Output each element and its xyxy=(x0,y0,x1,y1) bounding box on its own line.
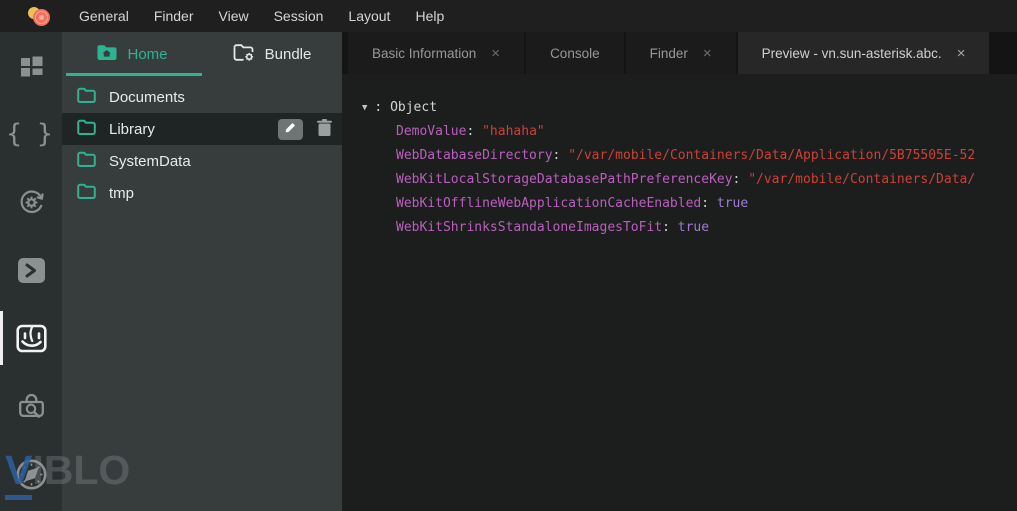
tab-label: Basic Information xyxy=(372,46,476,61)
folder-icon xyxy=(77,151,96,171)
menu-item-view[interactable]: View xyxy=(218,8,250,24)
tab-label: Console xyxy=(550,46,600,61)
main-tab-basic-information[interactable]: Basic Information × xyxy=(348,32,524,74)
folder-list: Documents Library SystemData tmp xyxy=(62,76,342,209)
menu-item-help[interactable]: Help xyxy=(414,8,445,24)
menu-item-layout[interactable]: Layout xyxy=(347,8,391,24)
entry-key: WebKitOfflineWebApplicationCacheEnabled xyxy=(396,196,701,211)
sidebar-item-braces[interactable]: { } xyxy=(0,100,62,168)
object-entry-webkitofflinewebapplicationcacheenabled: WebKitOfflineWebApplicationCacheEnabled:… xyxy=(362,192,1017,216)
tab-close-icon[interactable]: × xyxy=(957,46,966,61)
app-logo-grapefruit-icon xyxy=(27,5,53,27)
main-tab-preview-vn-sun-asterisk-abc[interactable]: Preview - vn.sun-asterisk.abc. × xyxy=(738,32,990,74)
tab-label: Preview - vn.sun-asterisk.abc. xyxy=(762,46,942,61)
object-entry-webdatabasedirectory: WebDatabaseDirectory: "/var/mobile/Conta… xyxy=(362,144,1017,168)
folder-name: SystemData xyxy=(109,153,191,170)
terminal-icon xyxy=(17,257,46,284)
object-entry-demovalue: DemoValue: "hahaha" xyxy=(362,120,1017,144)
braces-icon: { } xyxy=(6,121,56,147)
entry-value: "/var/mobile/Containers/Data/Application… xyxy=(568,148,975,163)
object-entry-webkitshrinksstandaloneimagestofit: WebKitShrinksStandaloneImagesToFit: true xyxy=(362,216,1017,240)
entry-key: DemoValue xyxy=(396,124,466,139)
entry-value: true xyxy=(717,196,748,211)
folder-row-documents[interactable]: Documents xyxy=(62,81,342,113)
main-area: Basic Information×ConsoleFinder×Preview … xyxy=(342,32,1017,511)
main-tab-bar: Basic Information×ConsoleFinder×Preview … xyxy=(342,32,1017,74)
sync-gear-icon xyxy=(16,187,47,218)
compass-icon xyxy=(14,457,49,492)
tab-label: Bundle xyxy=(265,46,312,63)
menu-item-general[interactable]: General xyxy=(78,8,130,24)
object-root-label: : Object xyxy=(374,100,437,115)
folder-name: Documents xyxy=(109,89,185,106)
sidebar-item-sync-gear[interactable] xyxy=(0,168,62,236)
object-entry-webkitlocalstoragedatabasepathpreferencekey: WebKitLocalStorageDatabasePathPreference… xyxy=(362,168,1017,192)
tab-label: Finder xyxy=(650,46,688,61)
entry-colon: : xyxy=(662,220,678,235)
object-entries: DemoValue: "hahaha"WebDatabaseDirectory:… xyxy=(362,120,1017,240)
file-panel-tab-bundle[interactable]: Bundle xyxy=(202,32,342,76)
folder-name: Library xyxy=(109,121,155,138)
folder-row-systemdata[interactable]: SystemData xyxy=(62,145,342,177)
disclosure-triangle-icon[interactable]: ▼ xyxy=(362,103,367,113)
menu-item-session[interactable]: Session xyxy=(273,8,325,24)
main-tab-console[interactable]: Console xyxy=(526,32,624,74)
entry-value: "hahaha" xyxy=(482,124,545,139)
folder-row-library[interactable]: Library xyxy=(62,113,342,145)
tab-close-icon[interactable]: × xyxy=(703,46,712,61)
trash-icon xyxy=(317,123,332,140)
file-panel: Home Bundle Documents Library SystemData tmp xyxy=(62,32,342,511)
sidebar-item-dashboard[interactable] xyxy=(0,32,62,100)
entry-colon: : xyxy=(733,172,749,187)
entry-key: WebKitLocalStorageDatabasePathPreference… xyxy=(396,172,733,187)
folder-row-actions xyxy=(278,119,332,140)
menu-items: General Finder View Session Layout Help xyxy=(78,8,445,24)
entry-key: WebDatabaseDirectory xyxy=(396,148,553,163)
tab-label: Home xyxy=(127,46,167,63)
sidebar-item-terminal[interactable] xyxy=(0,236,62,304)
rename-folder-button[interactable] xyxy=(278,119,303,140)
folder-icon xyxy=(77,183,96,203)
entry-colon: : xyxy=(553,148,569,163)
entry-colon: : xyxy=(466,124,482,139)
object-root-line: ▼ : Object xyxy=(362,96,1017,120)
tab-close-icon[interactable]: × xyxy=(491,46,500,61)
sidebar: { } xyxy=(0,32,62,511)
file-panel-tab-home[interactable]: Home xyxy=(62,32,202,76)
sidebar-item-finder[interactable] xyxy=(0,304,62,372)
delete-folder-button[interactable] xyxy=(317,119,332,140)
main-tab-finder[interactable]: Finder × xyxy=(626,32,736,74)
folder-name: tmp xyxy=(109,185,134,202)
pencil-icon xyxy=(284,121,297,138)
folder-icon xyxy=(77,87,96,107)
search-bag-icon xyxy=(17,392,46,421)
home-folder-icon xyxy=(96,43,117,65)
dashboard-icon xyxy=(19,54,44,79)
sidebar-item-search-bag[interactable] xyxy=(0,372,62,440)
entry-key: WebKitShrinksStandaloneImagesToFit xyxy=(396,220,662,235)
folder-icon xyxy=(77,119,96,139)
bundle-folder-icon xyxy=(233,43,255,66)
menu-item-finder[interactable]: Finder xyxy=(153,8,195,24)
folder-row-tmp[interactable]: tmp xyxy=(62,177,342,209)
entry-value: "/var/mobile/Containers/Data/ xyxy=(748,172,975,187)
file-panel-tabs: Home Bundle xyxy=(62,32,342,76)
menu-bar: General Finder View Session Layout Help xyxy=(0,0,1017,32)
active-tab-underline xyxy=(66,73,202,76)
finder-icon xyxy=(16,324,47,353)
entry-colon: : xyxy=(701,196,717,211)
entry-value: true xyxy=(678,220,709,235)
sidebar-item-compass[interactable] xyxy=(0,440,62,508)
preview-content: ▼: Object DemoValue: "hahaha"WebDatabase… xyxy=(342,74,1017,511)
